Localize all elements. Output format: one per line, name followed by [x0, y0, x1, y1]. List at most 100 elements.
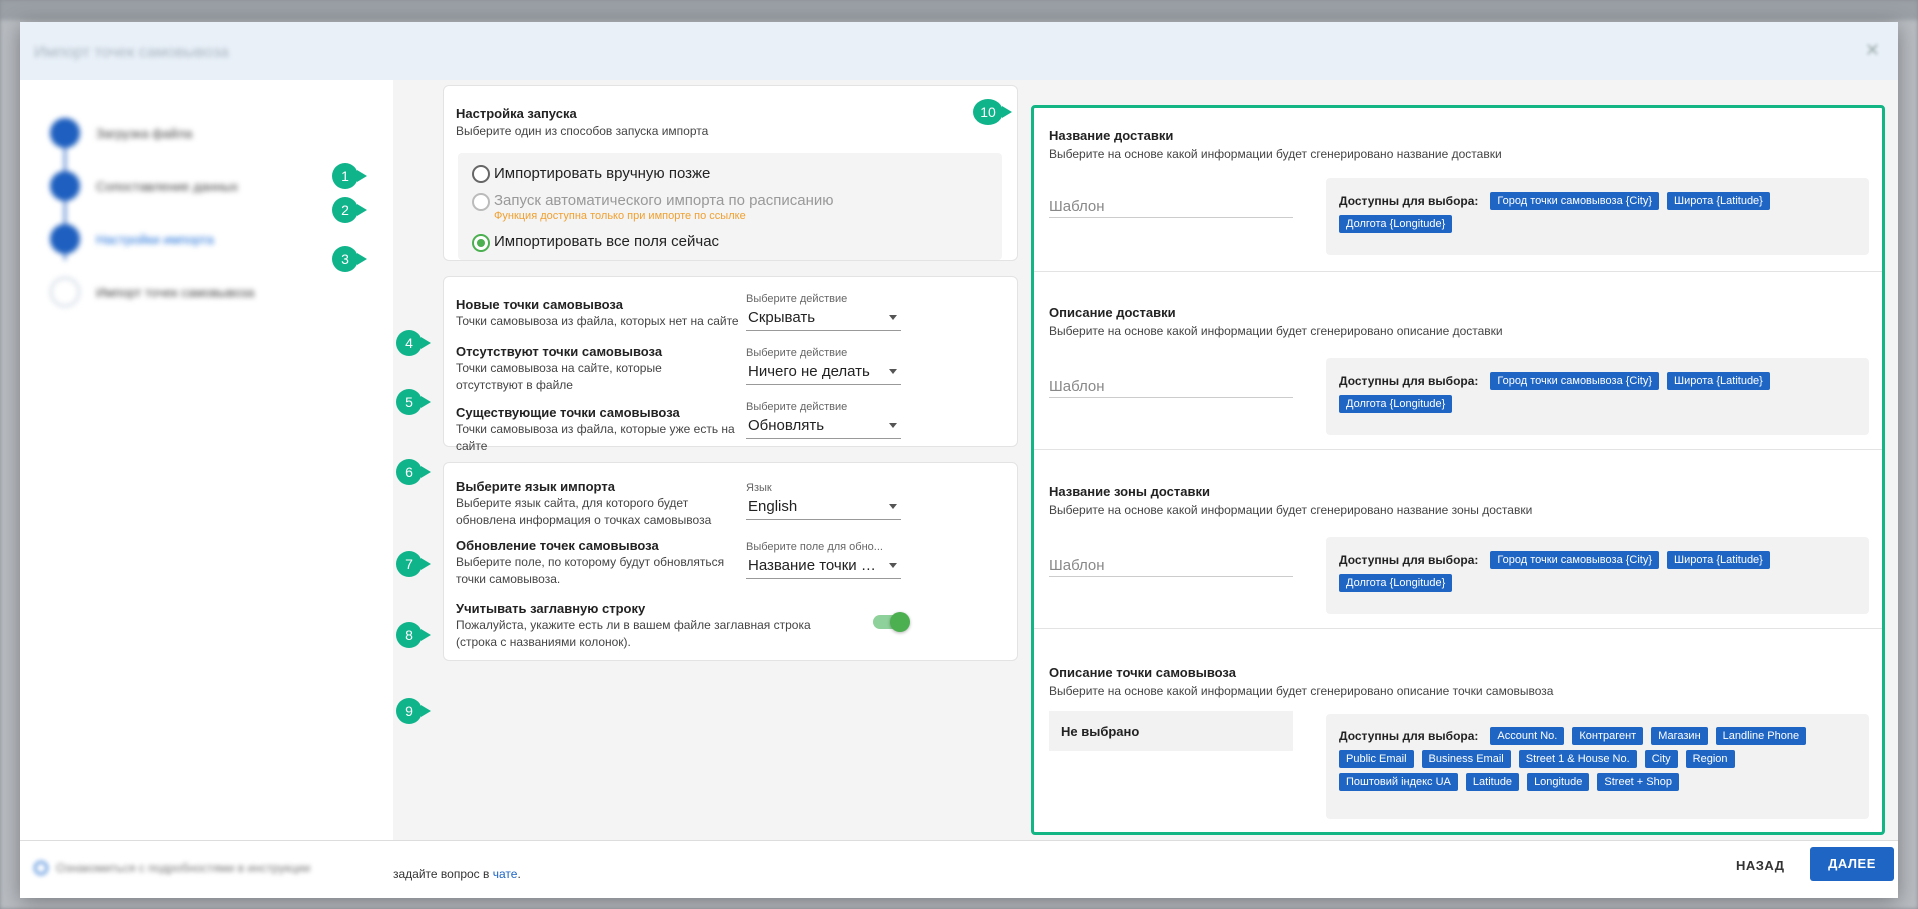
chevron-down-icon: [889, 504, 897, 509]
language-select[interactable]: English: [746, 494, 901, 520]
pickup-desc-desc: Выберите на основе какой информации буде…: [1049, 684, 1554, 698]
info-icon: [34, 861, 48, 875]
tag-region[interactable]: Region: [1685, 750, 1735, 768]
annotation-badge: 2: [332, 197, 367, 223]
import-options-card: Выберите язык импорта Выберите язык сайт…: [443, 462, 1018, 661]
delivery-name-desc: Выберите на основе какой информации буде…: [1049, 147, 1502, 161]
modal-header: Импорт точек самовывоза ✕: [20, 22, 1898, 80]
existing-points-title: Существующие точки самовывоза: [456, 405, 680, 420]
delivery-desc-desc: Выберите на основе какой информации буде…: [1049, 324, 1503, 338]
step-dot-icon: [50, 118, 80, 148]
tag-longitude[interactable]: Longitude: [1527, 773, 1590, 791]
next-button[interactable]: ДАЛЕЕ: [1810, 847, 1894, 881]
tag-latitude[interactable]: Широта {Latitude}: [1667, 551, 1770, 569]
radio-import-now-label[interactable]: Импортировать все поля сейчас: [494, 233, 719, 250]
annotation-badge: 8: [396, 622, 431, 648]
language-desc: Выберите язык сайта, для которого будет …: [456, 496, 712, 527]
new-points-select[interactable]: Скрывать: [746, 305, 901, 331]
delivery-desc-available: Доступны для выбора: Город точки самовыв…: [1326, 358, 1869, 435]
tag-landline-phone[interactable]: Landline Phone: [1715, 727, 1807, 745]
tag-city[interactable]: City: [1644, 750, 1678, 768]
tag-business-email[interactable]: Business Email: [1421, 750, 1511, 768]
tag-longitude[interactable]: Долгота {Longitude}: [1339, 574, 1453, 592]
annotation-badge: 4: [396, 330, 431, 356]
pickup-desc-title: Описание точки самовывоза: [1049, 665, 1236, 680]
zone-name-section: Название зоны доставки Выберите на основ…: [1034, 465, 1882, 629]
import-modal: Импорт точек самовывоза ✕ Загрузка файла…: [20, 22, 1898, 898]
radio-manual-later[interactable]: [472, 165, 490, 183]
step-dot-icon: [50, 277, 80, 307]
chevron-down-icon: [889, 315, 897, 320]
step-dot-icon: [50, 171, 80, 201]
tag-latitude[interactable]: Latitude: [1465, 773, 1520, 791]
update-select-label: Выберите поле для обно...: [746, 541, 883, 553]
tag-longitude[interactable]: Долгота {Longitude}: [1339, 215, 1453, 233]
delivery-desc-template-input[interactable]: Шаблон: [1049, 372, 1293, 398]
tag-longitude[interactable]: Долгота {Longitude}: [1339, 395, 1453, 413]
missing-points-title: Отсутствуют точки самовывоза: [456, 344, 663, 359]
launch-settings-card: Настройка запуска Выберите один из спосо…: [443, 85, 1018, 261]
delivery-name-available: Доступны для выбора: Город точки самовыв…: [1326, 178, 1869, 255]
chevron-down-icon: [889, 369, 897, 374]
tag-contractor[interactable]: Контрагент: [1572, 727, 1644, 745]
delivery-desc-section: Описание доставки Выберите на основе как…: [1034, 286, 1882, 450]
language-select-label: Язык: [746, 482, 772, 494]
close-icon[interactable]: ✕: [1865, 40, 1880, 61]
tag-city[interactable]: Город точки самовывоза {City}: [1490, 192, 1660, 210]
launch-title: Настройка запуска: [456, 106, 577, 121]
header-row-desc: Пожалуйста, укажите есть ли в вашем файл…: [456, 618, 811, 649]
existing-points-select-label: Выберите действие: [746, 401, 848, 413]
tag-shop[interactable]: Магазин: [1651, 727, 1708, 745]
chat-link[interactable]: чате: [493, 867, 518, 881]
missing-points-select-label: Выберите действие: [746, 347, 848, 359]
annotation-badge: 5: [396, 389, 431, 415]
tag-city[interactable]: Город точки самовывоза {City}: [1490, 551, 1660, 569]
radio-scheduled[interactable]: [472, 193, 490, 211]
pickup-desc-section: Описание точки самовывоза Выберите на ос…: [1034, 644, 1882, 832]
delivery-desc-title: Описание доставки: [1049, 305, 1176, 320]
tag-postcode[interactable]: Поштовий індекс UA: [1339, 773, 1458, 791]
launch-options: Импортировать вручную позже Запуск автом…: [458, 153, 1002, 260]
annotation-badge: 1: [332, 163, 367, 189]
radio-scheduled-label[interactable]: Запуск автоматического импорта по распис…: [494, 192, 834, 209]
tag-latitude[interactable]: Широта {Latitude}: [1667, 372, 1770, 390]
radio-import-now[interactable]: [472, 234, 490, 252]
tag-public-email[interactable]: Public Email: [1339, 750, 1414, 768]
modal-footer: Ознакомиться с подробностями в инструкци…: [20, 840, 1898, 898]
pickup-desc-available: Доступны для выбора: Account No. Контраг…: [1326, 714, 1869, 819]
zone-name-available: Доступны для выбора: Город точки самовыв…: [1326, 537, 1869, 614]
annotation-badge: 10: [973, 99, 1012, 125]
update-title: Обновление точек самовывоза: [456, 538, 659, 553]
new-points-title: Новые точки самовывоза: [456, 297, 623, 312]
tag-street-house[interactable]: Street 1 & House No.: [1518, 750, 1637, 768]
delivery-name-template-input[interactable]: Шаблон: [1049, 192, 1293, 218]
existing-points-desc: Точки самовывоза из файла, которые уже е…: [456, 422, 735, 453]
tag-latitude[interactable]: Широта {Latitude}: [1667, 192, 1770, 210]
delivery-name-title: Название доставки: [1049, 128, 1174, 143]
zone-name-template-input[interactable]: Шаблон: [1049, 551, 1293, 577]
help-text: задайте вопрос в чате.: [393, 867, 521, 881]
annotation-badge: 6: [396, 459, 431, 485]
header-row-title: Учитывать заглавную строку: [456, 601, 646, 616]
tag-account-no[interactable]: Account No.: [1490, 727, 1565, 745]
modal-title: Импорт точек самовывоза: [34, 44, 229, 61]
new-points-select-label: Выберите действие: [746, 293, 848, 305]
annotation-badge: 9: [396, 698, 431, 724]
missing-points-select[interactable]: Ничего не делать: [746, 359, 901, 385]
pickup-desc-field[interactable]: Не выбрано: [1049, 711, 1293, 751]
language-title: Выберите язык импорта: [456, 479, 615, 494]
launch-subtitle: Выберите один из способов запуска импорт…: [456, 124, 709, 138]
tag-street-shop[interactable]: Street + Shop: [1597, 773, 1679, 791]
header-row-toggle[interactable]: [873, 612, 910, 632]
update-field-select[interactable]: Название точки сам...: [746, 553, 901, 579]
update-desc: Выберите поле, по которому будут обновля…: [456, 555, 725, 586]
naming-templates-panel: Название доставки Выберите на основе как…: [1031, 105, 1885, 835]
zone-name-title: Название зоны доставки: [1049, 484, 1210, 499]
existing-points-select[interactable]: Обновлять: [746, 413, 901, 439]
delivery-name-section: Название доставки Выберите на основе как…: [1034, 108, 1882, 272]
scheduled-hint: Функция доступна только при импорте по с…: [494, 210, 746, 222]
tag-city[interactable]: Город точки самовывоза {City}: [1490, 372, 1660, 390]
back-button[interactable]: НАЗАД: [1736, 858, 1785, 873]
annotation-badge: 7: [396, 551, 431, 577]
radio-manual-later-label[interactable]: Импортировать вручную позже: [494, 165, 710, 182]
